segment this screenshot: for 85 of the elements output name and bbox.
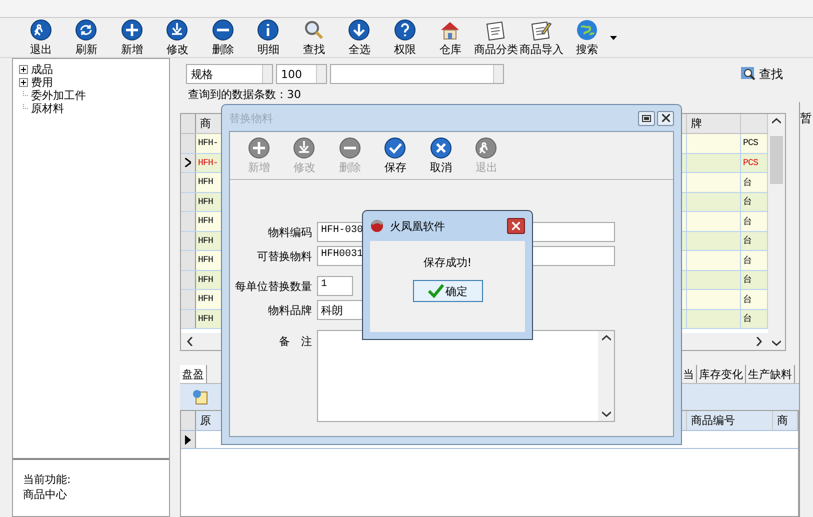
toolbar-button[interactable]: 刷新 [64, 18, 109, 56]
ok-button[interactable]: 确定 [412, 280, 482, 302]
toolbar-button[interactable]: 删除 [200, 18, 246, 56]
vertical-scrollbar[interactable] [768, 114, 785, 350]
notepad-icon [484, 18, 507, 40]
field-dropdown[interactable]: 规格 [186, 64, 273, 84]
check-icon [384, 136, 406, 158]
close-icon [662, 114, 670, 122]
dialog-title: 火凤凰软件 [390, 218, 446, 234]
globe-icon [576, 18, 598, 40]
check-icon [428, 284, 444, 298]
field-label: 备 注 [278, 334, 313, 349]
scroll-up-icon[interactable] [772, 118, 781, 124]
toolbar-button[interactable]: 仓库 [428, 18, 473, 56]
column-header[interactable]: 牌 [687, 114, 741, 133]
tree-item[interactable]: 成品 [31, 62, 53, 77]
toolbar-button[interactable]: 查找 [291, 18, 336, 56]
tab[interactable]: 生产缺料 [746, 365, 795, 383]
column-header[interactable]: 商 [773, 411, 798, 430]
row-pointer-icon [185, 434, 191, 444]
restore-button[interactable] [638, 110, 655, 126]
field-label: 物料品牌 [267, 302, 313, 318]
tree-item[interactable]: 委外加工件 [31, 88, 86, 103]
tab[interactable]: 当 [681, 365, 697, 383]
toolbar-button[interactable]: 保存 [372, 136, 418, 174]
toolbar-button[interactable]: 取消 [418, 136, 464, 174]
field-label: 物料编码 [267, 224, 313, 240]
add-icon [120, 18, 143, 40]
new-document-icon[interactable] [192, 389, 208, 405]
search-icon [740, 66, 756, 82]
edit-icon [293, 136, 316, 158]
message-text: 保存成功! [423, 255, 472, 270]
scroll-left-icon[interactable] [187, 337, 193, 346]
toolbar-button[interactable]: 修改 [154, 18, 200, 56]
function-label: 当前功能: [23, 472, 72, 487]
input-field[interactable]: 1 [317, 276, 353, 296]
info-icon [257, 18, 280, 40]
toolbar-button[interactable]: 商品分类 [473, 18, 518, 56]
toolbar-button[interactable]: 权限 [382, 18, 428, 56]
tree-item[interactable]: 费用 [31, 75, 53, 90]
edit-icon [166, 18, 188, 40]
toolbar-button[interactable]: 明细 [246, 18, 291, 56]
refresh-icon [75, 18, 98, 40]
close-icon [512, 222, 520, 230]
restore-icon [642, 114, 651, 122]
exit-icon [30, 18, 52, 40]
function-value: 商品中心 [23, 487, 68, 502]
toolbar-button[interactable]: 新增 [109, 18, 154, 56]
field-label: 每单位替换数量 [234, 278, 313, 294]
search-button[interactable]: 查找 [740, 66, 783, 82]
expand-icon[interactable] [19, 65, 28, 74]
toolbar-button[interactable]: 全选 [336, 18, 382, 56]
limit-dropdown[interactable]: 100 [276, 64, 327, 84]
panel-title: 暂 [800, 111, 812, 125]
close-button[interactable] [507, 218, 525, 234]
row-pointer-icon [185, 158, 191, 168]
add-icon [248, 136, 270, 158]
tree-item[interactable]: 原材料 [31, 101, 64, 116]
caret-icon[interactable] [610, 36, 616, 40]
search-icon [302, 18, 325, 40]
scroll-up-icon[interactable] [602, 335, 610, 341]
scroll-down-icon[interactable] [602, 411, 610, 417]
toolbar-button[interactable]: 商品导入 [518, 18, 564, 56]
close-icon [430, 136, 452, 158]
close-button[interactable] [657, 110, 674, 126]
memo-field[interactable] [317, 330, 615, 422]
row-header[interactable] [181, 154, 196, 172]
result-count: 查询到的数据条数：30 [187, 87, 302, 102]
field-label: 可替换物料 [256, 248, 313, 264]
scroll-right-icon[interactable] [756, 337, 762, 346]
scroll-thumb[interactable] [770, 136, 783, 184]
toolbar-button[interactable]: 退出 [18, 18, 64, 56]
notepad-icon [530, 18, 552, 40]
column-header[interactable]: 商品编号 [687, 411, 773, 430]
app-logo-icon [370, 219, 384, 233]
scroll-down-icon[interactable] [772, 340, 781, 346]
tab[interactable]: 盘盈 [180, 365, 207, 383]
help-icon [394, 18, 416, 40]
toolbar-button[interactable]: 搜索 [564, 18, 610, 56]
row-header[interactable] [181, 431, 196, 448]
expand-icon[interactable] [19, 78, 28, 87]
delete-icon [338, 136, 361, 158]
delete-icon [212, 18, 234, 40]
exit-icon [475, 136, 498, 158]
tab[interactable]: 库存变化 [697, 365, 746, 383]
